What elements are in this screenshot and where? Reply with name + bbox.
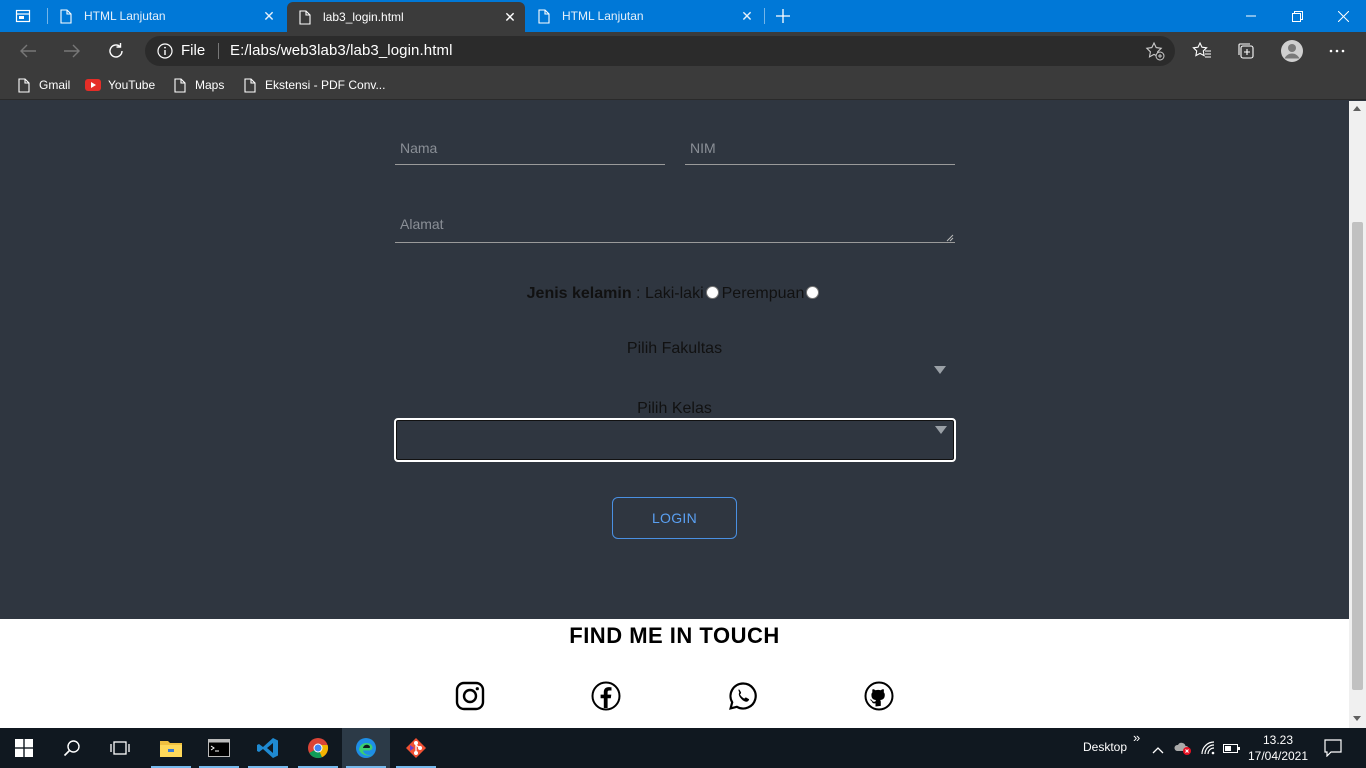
footer-title: FIND ME IN TOUCH (569, 623, 780, 648)
footer: FIND ME IN TOUCH (0, 619, 1349, 728)
tab-label: HTML Lanjutan (562, 9, 644, 23)
site-info-button[interactable]: File (157, 42, 205, 59)
scroll-down-icon[interactable] (1353, 716, 1361, 721)
gender-option-label: Perempuan (721, 285, 805, 302)
page-scrollbar[interactable] (1349, 101, 1366, 728)
bookmarks-bar: Gmail YouTube Maps Ekstensi - PDF Conv..… (0, 70, 1366, 100)
toolbar-overflow-icon[interactable]: » (1133, 730, 1140, 745)
tab-actions-icon[interactable] (10, 5, 36, 27)
add-favorite-icon[interactable] (1145, 41, 1165, 61)
vscode-icon[interactable] (244, 728, 292, 768)
tab-separator (764, 8, 765, 24)
favorites-icon[interactable] (1189, 38, 1215, 64)
youtube-icon (85, 77, 101, 93)
task-view-icon[interactable] (96, 728, 144, 768)
chevron-down-icon (934, 366, 946, 374)
facebook-icon[interactable] (591, 681, 621, 711)
bookmark-label: YouTube (108, 78, 156, 92)
nim-input[interactable] (685, 131, 955, 165)
clock-time: 13.23 (1262, 733, 1294, 747)
bookmark-gmail[interactable]: Gmail (16, 75, 70, 95)
gender-label: Jenis kelamin (526, 285, 632, 302)
gender-option-label: Laki-laki (644, 285, 704, 302)
page-icon (242, 77, 258, 93)
browser-toolbar: File E:/labs/web3lab3/lab3_login.html (0, 32, 1366, 70)
search-icon[interactable] (48, 728, 96, 768)
tray-chevron-up-icon[interactable] (1152, 741, 1164, 759)
login-button[interactable]: LOGIN (612, 497, 737, 539)
whatsapp-icon[interactable] (728, 681, 758, 711)
page-viewport: Jenis kelamin : Laki-laki Perempuan Pilih… (0, 101, 1349, 728)
nama-input[interactable] (395, 131, 665, 165)
bookmark-youtube[interactable]: YouTube (85, 75, 155, 95)
page-icon (538, 8, 552, 24)
notifications-icon[interactable] (1324, 739, 1342, 762)
alamat-textarea[interactable] (395, 206, 955, 243)
kelas-select[interactable] (394, 418, 956, 462)
url-divider (218, 43, 219, 59)
github-icon[interactable] (864, 681, 894, 711)
page-icon (16, 77, 32, 93)
resize-grip-icon[interactable] (944, 232, 954, 242)
start-icon[interactable] (0, 728, 48, 768)
more-options-icon[interactable] (1324, 38, 1350, 64)
tab-html-lanjutan-1[interactable]: HTML Lanjutan ✕ (48, 0, 284, 32)
onedrive-error-icon[interactable] (1174, 741, 1192, 760)
collections-icon[interactable] (1233, 38, 1259, 64)
gender-row: Jenis kelamin : Laki-laki Perempuan (0, 285, 1349, 303)
back-icon[interactable] (13, 37, 43, 65)
minimize-icon[interactable] (1228, 0, 1274, 32)
fakultas-select[interactable] (395, 355, 955, 385)
restore-icon[interactable] (1274, 0, 1320, 32)
login-form: Jenis kelamin : Laki-laki Perempuan Pilih… (0, 101, 1349, 619)
page-icon (172, 77, 188, 93)
instagram-icon[interactable] (455, 681, 485, 711)
chrome-icon[interactable] (294, 728, 342, 768)
page-icon (60, 8, 74, 24)
windows-taskbar: Desktop » 13.23 17/04/2021 (0, 728, 1366, 768)
close-icon[interactable]: ✕ (499, 6, 521, 28)
battery-icon[interactable] (1223, 741, 1241, 759)
file-explorer-icon[interactable] (147, 728, 195, 768)
close-icon[interactable]: ✕ (258, 5, 280, 27)
close-icon[interactable]: ✕ (736, 5, 758, 27)
tab-lab3-login[interactable]: lab3_login.html ✕ (287, 2, 525, 32)
close-window-icon[interactable] (1320, 0, 1366, 32)
page-icon (299, 9, 313, 25)
bookmark-maps[interactable]: Maps (172, 75, 224, 95)
bookmark-label: Ekstensi - PDF Conv... (265, 78, 386, 92)
tab-label: lab3_login.html (323, 10, 404, 24)
kelas-label: Pilih Kelas (637, 400, 712, 417)
wifi-icon[interactable] (1200, 740, 1216, 761)
tab-label: HTML Lanjutan (84, 9, 166, 23)
scroll-up-icon[interactable] (1353, 106, 1361, 111)
chevron-down-icon (935, 426, 947, 434)
git-kraken-icon[interactable] (392, 728, 440, 768)
new-tab-icon[interactable] (772, 5, 794, 27)
tab-html-lanjutan-2[interactable]: HTML Lanjutan ✕ (526, 0, 762, 32)
profile-avatar-icon[interactable] (1279, 38, 1305, 64)
bookmark-pdf-conv[interactable]: Ekstensi - PDF Conv... (242, 75, 385, 95)
browser-titlebar: HTML Lanjutan ✕ lab3_login.html ✕ HTML L… (0, 0, 1366, 32)
gender-separator: : (631, 285, 645, 302)
radio-laki-laki[interactable] (705, 286, 719, 299)
edge-icon[interactable] (342, 728, 390, 768)
scheme-label: File (181, 42, 206, 59)
taskbar-clock[interactable]: 13.23 17/04/2021 (1244, 732, 1312, 764)
bookmark-label: Gmail (39, 78, 71, 92)
radio-perempuan[interactable] (806, 286, 820, 299)
desktop-toolbar-label[interactable]: Desktop (1083, 740, 1127, 754)
scroll-thumb[interactable] (1352, 222, 1363, 690)
clock-date: 17/04/2021 (1247, 749, 1309, 763)
terminal-icon[interactable] (195, 728, 243, 768)
info-icon (157, 42, 173, 59)
address-bar[interactable]: File E:/labs/web3lab3/lab3_login.html (145, 36, 1175, 66)
url-text[interactable]: E:/labs/web3lab3/lab3_login.html (230, 42, 453, 59)
bookmark-label: Maps (195, 78, 225, 92)
forward-icon[interactable] (57, 37, 87, 65)
refresh-icon[interactable] (101, 37, 131, 65)
